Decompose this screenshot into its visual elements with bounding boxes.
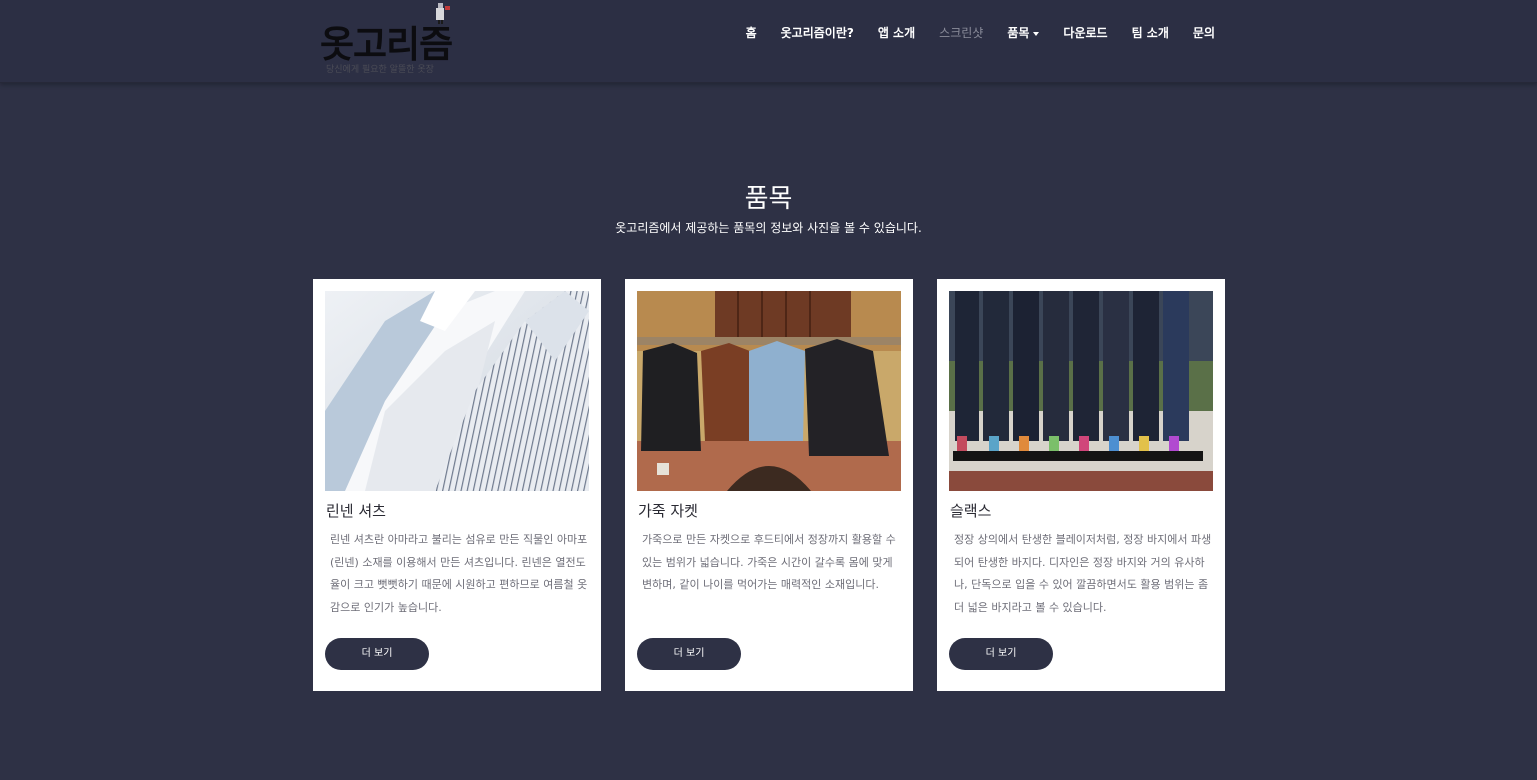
card-title: 슬랙스 — [950, 502, 992, 520]
card-description: 정장 상의에서 탄생한 블레이저처럼, 정장 바지에서 파생되어 탄생한 바지다… — [954, 533, 1212, 614]
nav-item-home[interactable]: 홈 — [746, 24, 757, 42]
caret-down-icon — [1033, 31, 1040, 36]
more-button[interactable]: 더 보기 — [949, 638, 1053, 670]
more-button[interactable]: 더 보기 — [637, 638, 741, 670]
nav-item-items-dropdown[interactable]: 품목 — [1007, 24, 1040, 42]
product-card: 린넨 셔츠 린넨 셔츠란 아마라고 불리는 섬유로 만든 직물인 아마포(린넨)… — [313, 279, 601, 691]
navbar: 옷고리즘 당신에게 필요한 알뜰한 옷장 홈 옷고리즘이란? 앱 소개 스크린샷… — [0, 0, 1537, 83]
card-title: 린넨 셔츠 — [326, 502, 386, 520]
leather-jacket-image — [637, 291, 901, 491]
card-title: 가죽 자켓 — [638, 502, 698, 520]
more-button[interactable]: 더 보기 — [325, 638, 429, 670]
nav-menu: 홈 옷고리즘이란? 앱 소개 스크린샷 품목 다운로드 팀 소개 문의 — [722, 24, 1215, 42]
linen-shirt-image — [325, 291, 589, 491]
card-description: 린넨 셔츠란 아마라고 불리는 섬유로 만든 직물인 아마포(린넨) 소재를 이… — [330, 533, 588, 614]
nav-item-items-label: 품목 — [1007, 26, 1030, 40]
logo-figure-icon — [436, 3, 450, 24]
nav-item-team[interactable]: 팀 소개 — [1132, 24, 1169, 42]
nav-item-about[interactable]: 옷고리즘이란? — [781, 24, 854, 42]
card-description: 가죽으로 만든 자켓으로 후드티에서 정장까지 활용할 수 있는 범위가 넓습니… — [642, 533, 896, 591]
nav-item-contact[interactable]: 문의 — [1193, 24, 1215, 42]
slacks-image — [949, 291, 1213, 491]
logo-tagline: 당신에게 필요한 알뜰한 옷장 — [326, 65, 434, 75]
nav-item-screenshots[interactable]: 스크린샷 — [939, 24, 983, 42]
nav-item-download[interactable]: 다운로드 — [1063, 24, 1107, 42]
product-card: 슬랙스 정장 상의에서 탄생한 블레이저처럼, 정장 바지에서 파생되어 탄생한… — [937, 279, 1225, 691]
section-subtitle: 옷고리즘에서 제공하는 품목의 정보와 사진을 볼 수 있습니다. — [615, 221, 922, 235]
section-title: 품목 — [744, 184, 793, 214]
nav-item-app-intro[interactable]: 앱 소개 — [878, 24, 915, 42]
product-card: 가죽 자켓 가죽으로 만든 자켓으로 후드티에서 정장까지 활용할 수 있는 범… — [625, 279, 913, 691]
brand-logo[interactable]: 옷고리즘 당신에게 필요한 알뜰한 옷장 — [320, 0, 465, 80]
